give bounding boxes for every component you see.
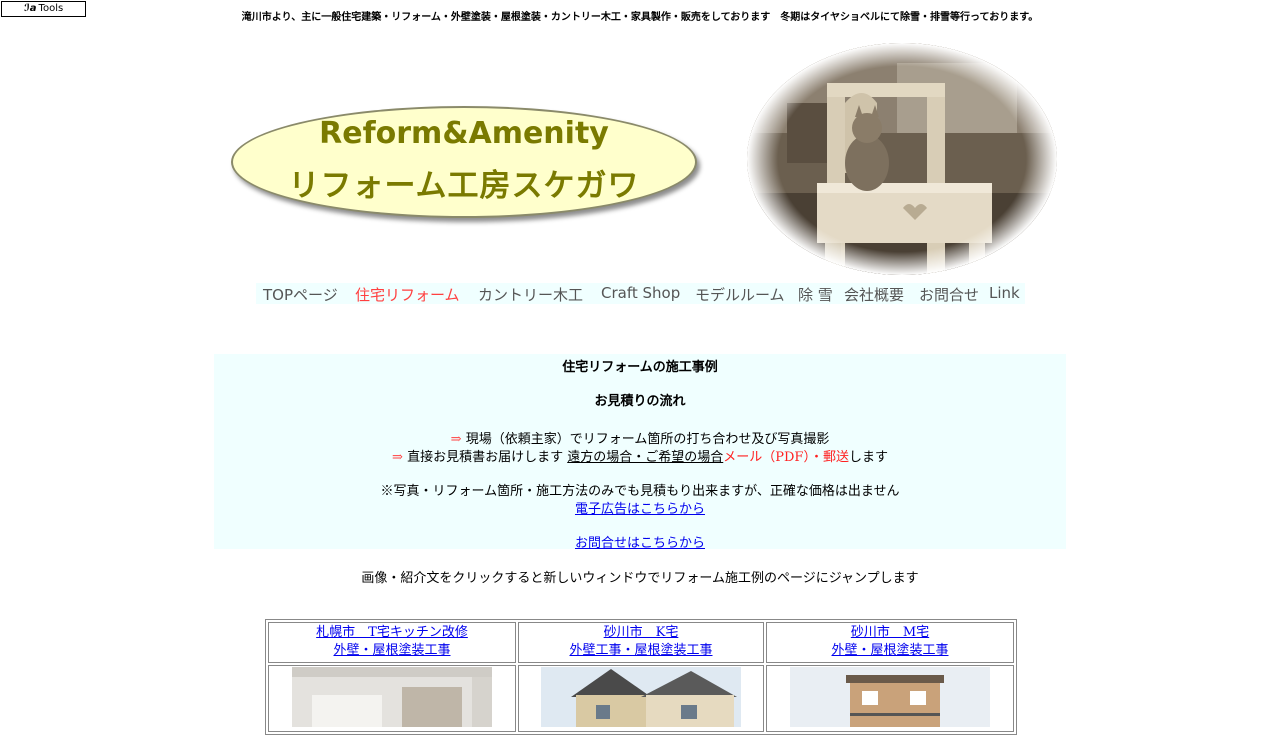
nav-item-company[interactable]: 会社概要 [844, 284, 904, 305]
case-2-line-1[interactable]: 砂川市 K宅 [604, 625, 679, 640]
case-image-cell-3[interactable] [766, 665, 1014, 732]
info-step-2: ⇒ 直接お見積書お届けします 遠方の場合・ご希望の場合メール（PDF）・郵送しま… [214, 446, 1066, 465]
step-2-text: 直接お見積書お届けします [407, 450, 564, 465]
arrow-icon: ⇒ [392, 450, 403, 465]
nav-item-country-woodwork[interactable]: カントリー木工 [478, 284, 583, 305]
e-ad-link[interactable]: 電子広告はこちらから [575, 502, 705, 517]
nav-item-snow-removal[interactable]: 除 雪 [798, 284, 833, 305]
cat-on-bench-photo [747, 43, 1057, 275]
main-nav: TOPページ 住宅リフォーム カントリー木工 Craft Shop モデルルーム… [256, 283, 1025, 304]
case-3-line-2[interactable]: 外壁・屋根塗装工事 [831, 643, 948, 658]
nav-item-top[interactable]: TOPページ [263, 284, 338, 305]
contact-link[interactable]: お問合せはこちらから [575, 536, 705, 551]
nav-item-contact[interactable]: お問合せ [919, 284, 979, 305]
info-title: 住宅リフォームの施工事例 [562, 360, 718, 375]
case-2-line-2[interactable]: 外壁工事・屋根塗装工事 [569, 643, 712, 658]
site-logo[interactable]: Reform&Amenity リフォーム工房スケガワ [231, 106, 697, 218]
nav-item-model-room[interactable]: モデルルーム [695, 284, 785, 305]
case-caption-3[interactable]: 砂川市 M宅 外壁・屋根塗装工事 [766, 622, 1014, 663]
step-2-suffix-text: します [848, 450, 888, 465]
case-image-cell-2[interactable] [518, 665, 764, 732]
case-caption-1[interactable]: 札幌市 T宅キッチン改修 外壁・屋根塗装工事 [268, 622, 516, 663]
step-2-remote-text: 遠方の場合・ご希望の場合 [567, 450, 724, 465]
site-logo-english: Reform&Amenity [319, 116, 609, 151]
reform-cases-table: 札幌市 T宅キッチン改修 外壁・屋根塗装工事 砂川市 K宅 外壁工事・屋根塗装工… [265, 619, 1017, 735]
click-notice: 画像・紹介文をクリックすると新しいウィンドウでリフォーム施工例のページにジャンプ… [361, 571, 919, 586]
info-note: ※写真・リフォーム箇所・施工方法のみでも見積もり出来ますが、正確な価格は出ません [380, 484, 900, 499]
case-3-house-photo[interactable] [790, 667, 990, 727]
case-3-line-1[interactable]: 砂川市 M宅 [851, 625, 929, 640]
info-subtitle: お見積りの流れ [594, 394, 686, 409]
step-1-text: 現場（依頼主家）でリフォーム箇所の打ち合わせ及び写真撮影 [465, 432, 830, 447]
estimate-info-box: 住宅リフォームの施工事例 お見積りの流れ ⇒ 現場（依頼主家）でリフォーム箇所の… [214, 354, 1066, 551]
info-step-1: ⇒ 現場（依頼主家）でリフォーム箇所の打ち合わせ及び写真撮影 [214, 428, 1066, 447]
case-caption-2[interactable]: 砂川市 K宅 外壁工事・屋根塗装工事 [518, 622, 764, 663]
case-1-kitchen-photo[interactable] [292, 667, 492, 727]
site-logo-japanese: リフォーム工房スケガワ [288, 168, 640, 204]
case-1-line-1[interactable]: 札幌市 T宅キッチン改修 [316, 625, 468, 640]
header-tagline: 滝川市より、主に一般住宅建築・リフォーム・外壁塗装・屋根塗装・カントリー木工・家… [241, 12, 1039, 23]
case-image-cell-1[interactable] [268, 665, 516, 732]
step-2-method-text: メール（PDF）・郵送 [723, 450, 849, 465]
nav-item-reform[interactable]: 住宅リフォーム [355, 284, 460, 305]
case-2-house-photo[interactable] [541, 667, 741, 727]
nav-item-craft-shop[interactable]: Craft Shop [601, 284, 680, 302]
nav-item-link[interactable]: Link [989, 284, 1020, 302]
case-1-line-2[interactable]: 外壁・屋根塗装工事 [333, 643, 450, 658]
arrow-icon: ⇒ [450, 432, 462, 447]
